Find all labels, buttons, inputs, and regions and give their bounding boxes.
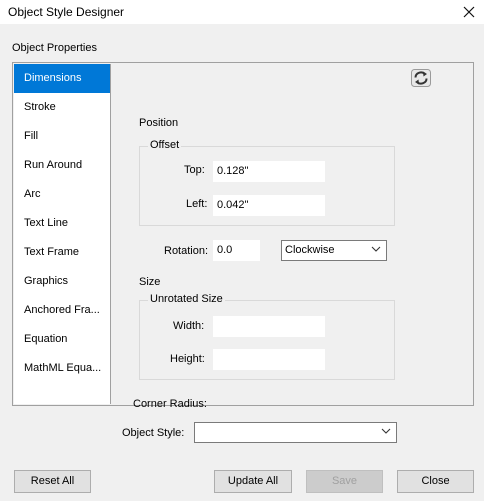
corner-radius-label: Corner Radius: — [133, 398, 207, 410]
property-category-list[interactable]: Dimensions Stroke Fill Run Around Arc Te… — [14, 64, 111, 404]
close-icon[interactable] — [454, 0, 484, 24]
height-label: Height: — [170, 353, 205, 365]
reset-all-button[interactable]: Reset All — [14, 470, 91, 493]
sidebar-item-text-line[interactable]: Text Line — [14, 209, 110, 238]
unrotated-size-legend: Unrotated Size — [148, 293, 225, 305]
position-heading: Position — [139, 117, 179, 129]
dialog-body: Object Properties Dimensions Stroke Fill… — [0, 24, 484, 501]
save-button[interactable]: Save — [306, 470, 383, 493]
refresh-icon[interactable] — [410, 68, 432, 88]
update-all-button[interactable]: Update All — [214, 470, 292, 493]
title-bar: Object Style Designer — [0, 0, 484, 24]
sidebar-item-arc[interactable]: Arc — [14, 180, 110, 209]
width-input[interactable] — [213, 316, 325, 337]
sidebar-item-mathml-equation[interactable]: MathML Equa... — [14, 354, 110, 383]
sidebar-item-anchored-frame[interactable]: Anchored Fra... — [14, 296, 110, 325]
sidebar-item-graphics[interactable]: Graphics — [14, 267, 110, 296]
rotation-label: Rotation: — [164, 245, 209, 257]
rotation-input[interactable]: 0.0 — [213, 240, 260, 261]
left-offset-input[interactable]: 0.042" — [213, 195, 325, 216]
sidebar-item-equation[interactable]: Equation — [14, 325, 110, 354]
top-label: Top: — [184, 164, 205, 176]
width-label: Width: — [173, 320, 205, 332]
object-style-select[interactable] — [194, 422, 397, 443]
chevron-down-icon — [371, 243, 381, 258]
sidebar-item-dimensions[interactable]: Dimensions — [14, 64, 110, 93]
chevron-down-icon — [381, 425, 391, 440]
rotation-direction-value: Clockwise — [285, 244, 335, 256]
sidebar-item-run-around[interactable]: Run Around — [14, 151, 110, 180]
close-button[interactable]: Close — [397, 470, 474, 493]
left-label: Left: — [186, 198, 208, 210]
sidebar-item-fill[interactable]: Fill — [14, 122, 110, 151]
rotation-direction-select[interactable]: Clockwise — [281, 240, 387, 261]
window-title: Object Style Designer — [8, 5, 125, 19]
object-properties-frame: Dimensions Stroke Fill Run Around Arc Te… — [12, 62, 474, 410]
sidebar-item-text-frame[interactable]: Text Frame — [14, 238, 110, 267]
object-style-label: Object Style: — [122, 427, 185, 439]
sidebar-item-stroke[interactable]: Stroke — [14, 93, 110, 122]
size-heading: Size — [139, 276, 161, 288]
offset-legend: Offset — [148, 139, 182, 151]
height-input[interactable] — [213, 349, 325, 370]
top-offset-input[interactable]: 0.128" — [213, 161, 325, 182]
object-properties-legend: Object Properties — [12, 42, 97, 54]
